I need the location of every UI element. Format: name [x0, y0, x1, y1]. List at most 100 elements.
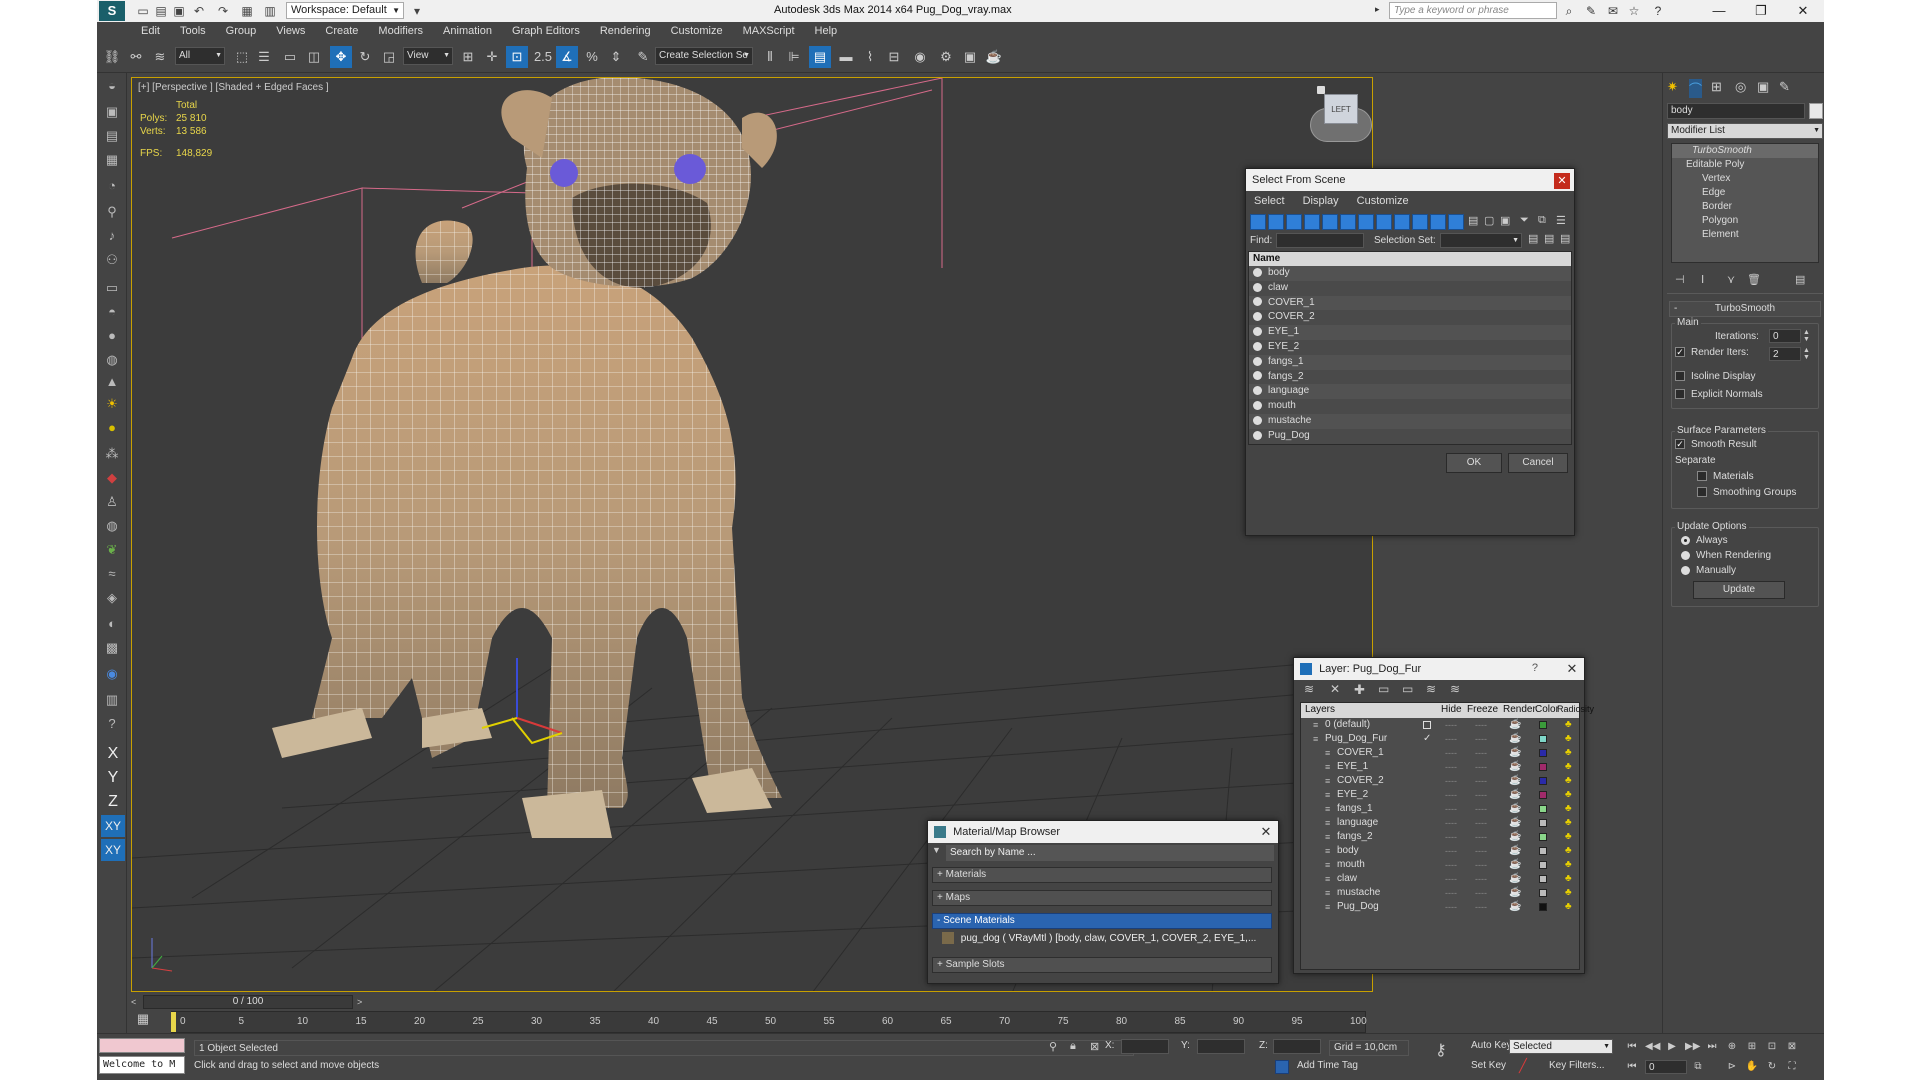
layer-render-teapot-icon[interactable]: ☕ [1509, 802, 1521, 816]
bind-space-warp-icon[interactable]: ≋ [149, 46, 171, 68]
select-by-name-icon[interactable]: ☰ [253, 46, 275, 68]
select-object-icon[interactable]: ⬚ [231, 46, 253, 68]
layer-color-swatch[interactable] [1539, 861, 1547, 869]
graphite-ribbon-icon[interactable]: ▬ [835, 46, 857, 68]
menu-edit[interactable]: Edit [141, 22, 160, 41]
scene-object-row[interactable]: COVER_2 [1249, 310, 1571, 326]
zoom-all-icon[interactable]: ⊞ [1745, 1040, 1759, 1054]
pivot-center-icon[interactable]: ⊞ [457, 46, 479, 68]
y-coordinate-input[interactable] [1197, 1039, 1245, 1054]
go-to-end-icon[interactable]: ⏭ [1705, 1040, 1719, 1054]
schematic-view-icon[interactable]: ⊟ [883, 46, 905, 68]
save-file-icon[interactable]: ▣ [171, 3, 187, 19]
layer-radiosity-icon[interactable]: ♣ [1565, 844, 1572, 858]
new-file-icon[interactable]: ▭ [135, 3, 151, 19]
layer-row[interactable]: ≡ Pug_Dog ---- ---- ☕ ♣ [1301, 900, 1579, 914]
layer-freeze-toggle[interactable]: ---- [1475, 732, 1487, 746]
current-frame-marker[interactable] [171, 1012, 176, 1032]
sphere-icon[interactable]: ● [101, 325, 123, 347]
filter-lights-icon[interactable] [1286, 214, 1302, 230]
track-bar[interactable]: 0 5 10 15 20 25 30 35 40 45 50 55 60 65 70 75 80 85 90 95 10… [171, 1011, 1367, 1033]
layer-color-swatch[interactable] [1539, 777, 1547, 785]
layer-color-swatch[interactable] [1539, 735, 1547, 743]
col-radiosity[interactable]: Radiosity [1557, 704, 1594, 714]
layer-hide-toggle[interactable]: ---- [1445, 816, 1457, 830]
layer-radiosity-icon[interactable]: ♣ [1565, 760, 1572, 774]
render-iters-row[interactable]: ✓ Render Iters: [1675, 347, 1749, 358]
pin-stack-icon[interactable]: ⊣ [1675, 273, 1685, 286]
menu-rendering[interactable]: Rendering [600, 22, 651, 41]
keyboard-shortcut-override-icon[interactable]: ⊡ [506, 46, 528, 68]
layer-color-swatch[interactable] [1539, 749, 1547, 757]
maximize-viewport-icon[interactable]: ⛶ [1785, 1060, 1799, 1074]
list-options-icon[interactable]: ☰ [1556, 214, 1570, 230]
layer-render-teapot-icon[interactable]: ☕ [1509, 718, 1521, 732]
layer-hide-toggle[interactable]: ---- [1445, 802, 1457, 816]
layer-hide-toggle[interactable]: ---- [1445, 732, 1457, 746]
layer-hide-toggle[interactable]: ---- [1445, 844, 1457, 858]
layer-render-teapot-icon[interactable]: ☕ [1509, 844, 1521, 858]
layer-hide-toggle[interactable]: ---- [1445, 858, 1457, 872]
render-iters-spinner[interactable]: 2 [1769, 347, 1801, 361]
reference-coordinate-dropdown[interactable]: View ▼ [403, 47, 453, 65]
utility-icon[interactable]: ▥ [101, 689, 123, 711]
object-color-swatch[interactable] [1809, 103, 1823, 119]
menu-modifiers[interactable]: Modifiers [378, 22, 423, 41]
render-iters-checkbox[interactable]: ✓ [1675, 347, 1685, 358]
key-mode-toggle-icon[interactable]: ⏮ [1625, 1060, 1639, 1074]
col-hide[interactable]: Hide [1441, 704, 1462, 715]
lock-selection-icon[interactable]: ⚲ [1049, 1040, 1057, 1053]
render-iters-spinner-arrows[interactable]: ▲ ▼ [1803, 347, 1811, 361]
select-and-scale-icon[interactable]: ◲ [378, 46, 400, 68]
layer-row[interactable]: ≡ 0 (default) ---- ---- ☕ ♣ [1301, 718, 1579, 732]
layer-render-teapot-icon[interactable]: ☕ [1509, 816, 1521, 830]
x-coordinate-input[interactable] [1121, 1039, 1169, 1054]
viewport-label[interactable]: [+] [Perspective ] [Shaded + Edged Faces… [138, 82, 329, 93]
iterations-spinner[interactable]: 0 [1769, 329, 1801, 343]
open-file-icon[interactable]: ▤ [153, 3, 169, 19]
iterations-spinner-arrows[interactable]: ▲ ▼ [1803, 329, 1811, 343]
layer-freeze-toggle[interactable]: ---- [1475, 802, 1487, 816]
filter-groups-icon[interactable] [1358, 214, 1374, 230]
help-circle-icon[interactable]: ? [101, 713, 123, 735]
smooth-result-checkbox[interactable]: ✓ [1675, 439, 1685, 450]
selection-set-dropdown[interactable]: ▼ [1440, 233, 1522, 248]
axis-z-constraint[interactable]: Z [101, 791, 125, 813]
sfs-tab-select[interactable]: Select [1254, 191, 1285, 211]
layer-color-swatch[interactable] [1539, 763, 1547, 771]
scene-object-row[interactable]: Pug_Dog [1249, 428, 1571, 444]
filter-hidden-icon[interactable] [1448, 214, 1464, 230]
time-slider-prev[interactable]: < [131, 997, 141, 1007]
find-input[interactable] [1276, 233, 1364, 248]
smoothing-groups-row[interactable]: Smoothing Groups [1697, 487, 1796, 498]
layer-radiosity-icon[interactable]: ♣ [1565, 900, 1572, 914]
layer-radiosity-icon[interactable]: ♣ [1565, 788, 1572, 802]
quick-access-menu-icon[interactable]: ▾ [409, 3, 425, 19]
layer-freeze-toggle[interactable]: ---- [1475, 746, 1487, 760]
layer-row[interactable]: ≡ Pug_Dog_Fur ---- ---- ☕ ♣ ✓ [1301, 732, 1579, 746]
orbit-icon[interactable]: ↻ [1765, 1060, 1779, 1074]
col-layers[interactable]: Layers [1305, 704, 1335, 715]
layer-render-teapot-icon[interactable]: ☕ [1509, 872, 1521, 886]
layer-row[interactable]: ≡ EYE_2 ---- ---- ☕ ♣ [1301, 788, 1579, 802]
close-layer-dialog-button[interactable]: ✕ [1564, 661, 1580, 677]
material-search-input[interactable]: Search by Name ... [946, 845, 1274, 861]
communication-icon[interactable]: ✉ [1604, 2, 1622, 20]
isoline-display-checkbox[interactable] [1675, 371, 1685, 382]
layer-render-teapot-icon[interactable]: ☕ [1509, 746, 1521, 760]
create-set-icon[interactable]: ▤ [1528, 232, 1538, 245]
snaps-toggle-icon[interactable]: 2.5 [532, 46, 554, 68]
z-coordinate-input[interactable] [1273, 1039, 1321, 1054]
hierarchy-tab-icon[interactable]: ⊞ [1711, 79, 1722, 95]
layer-radiosity-icon[interactable]: ♣ [1565, 718, 1572, 732]
layer-color-swatch[interactable] [1539, 805, 1547, 813]
set-key-mode-icon[interactable]: ╱ [1519, 1058, 1527, 1074]
layer-render-teapot-icon[interactable]: ☕ [1509, 788, 1521, 802]
stack-element[interactable]: Element [1672, 228, 1818, 242]
named-selection-set-dropdown[interactable]: Create Selection Se ▼ [655, 47, 753, 65]
layer-hide-toggle[interactable]: ---- [1445, 788, 1457, 802]
select-invert-icon[interactable]: ▣ [1500, 214, 1514, 230]
grid-icon[interactable]: ▦ [101, 149, 123, 171]
manually-row[interactable]: Manually [1681, 565, 1736, 576]
unlink-icon[interactable]: ⚯ [125, 46, 147, 68]
